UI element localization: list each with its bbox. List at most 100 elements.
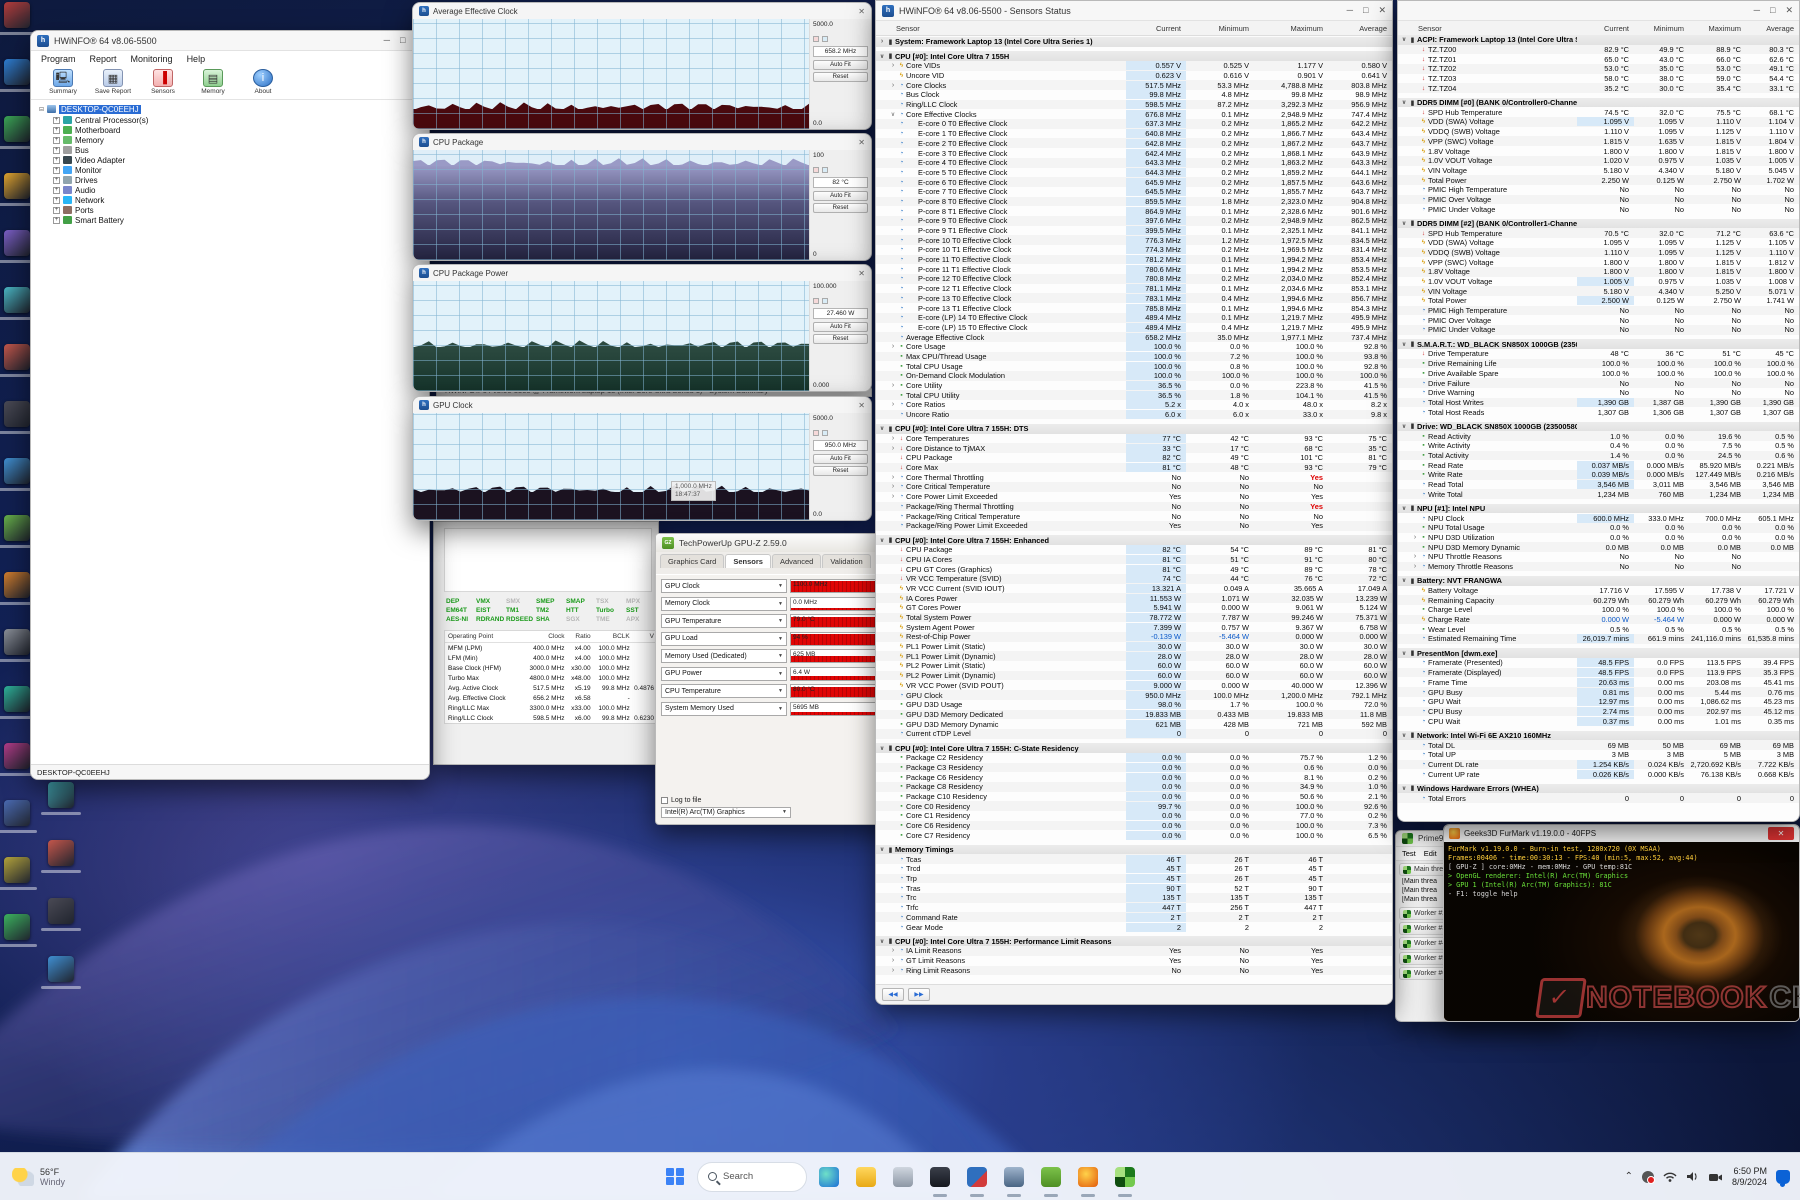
close-icon[interactable]: ✕ (858, 401, 865, 410)
sensor-row[interactable]: 1.0V VOUT Voltage 1.020 V0.975 V1.035 V1… (1398, 156, 1799, 166)
expand-chevron-icon[interactable] (889, 493, 897, 500)
memory-button[interactable]: ▤Memory (193, 69, 233, 95)
close-icon[interactable]: ✕ (1768, 827, 1794, 840)
desktop-shortcut-icon[interactable] (4, 572, 30, 598)
tree-item[interactable]: +Audio (53, 185, 429, 195)
sensor-row[interactable]: E-core 0 T0 Effective Clock 637.3 MHz0.2… (876, 119, 1392, 129)
sensor-row[interactable]: PresentMon [dwm.exe] (1398, 648, 1799, 658)
sensor-row[interactable]: Package/Ring Power Limit Exceeded YesNoY… (876, 521, 1392, 531)
tree-item[interactable]: +Ports (53, 205, 429, 215)
sensor-row[interactable]: SPD Hub Temperature 74.5 °C32.0 °C75.5 °… (1398, 107, 1799, 117)
sensor-row[interactable]: Core Critical Temperature NoNoNo (876, 482, 1392, 492)
sensor-row[interactable]: Drive Warning NoNoNoNo (1398, 388, 1799, 398)
notification-bell-icon[interactable] (1776, 1170, 1790, 1184)
desktop-shortcut-icon[interactable] (4, 173, 30, 199)
desktop-shortcut-icon[interactable] (48, 782, 74, 808)
sensor-row[interactable]: P-core 11 T0 Effective Clock 781.2 MHz0.… (876, 255, 1392, 265)
sensor-row[interactable]: DDR5 DIMM [#2] (BANK 0/Controller1-Chann… (1398, 219, 1799, 229)
sensor-row[interactable]: PMIC Under Voltage NoNoNoNo (1398, 325, 1799, 335)
sensor-row[interactable]: PMIC Over Voltage NoNoNoNo (1398, 195, 1799, 205)
expand-chevron-icon[interactable] (1400, 505, 1408, 512)
sensor-row[interactable]: Core Ratios 5.2 x4.0 x48.0 x8.2 x (876, 400, 1392, 410)
desktop-shortcut-icon[interactable] (4, 515, 30, 541)
sensor-row[interactable]: CPU Busy 2.74 ms0.00 ms202.97 ms45.12 ms (1398, 707, 1799, 717)
auto-fit-button[interactable]: Auto Fit (813, 60, 868, 70)
wifi-icon[interactable] (1663, 1171, 1677, 1182)
graph-titlebar[interactable]: hAverage Effective Clock✕ (413, 3, 871, 19)
sensor-row[interactable]: Core VIDs 0.557 V0.525 V1.177 V0.580 V (876, 61, 1392, 71)
sensor-row[interactable]: GT Cores Power 5.941 W0.000 W9.061 W5.12… (876, 603, 1392, 613)
sensor-row[interactable]: Total Activity 1.4 %0.0 %24.5 %0.6 % (1398, 451, 1799, 461)
expand-chevron-icon[interactable] (1400, 785, 1408, 792)
expand-plus-icon[interactable]: + (53, 157, 60, 164)
sensor-row[interactable]: TZ.TZ03 58.0 °C38.0 °C59.0 °C54.4 °C (1398, 74, 1799, 84)
sensor-row[interactable]: Trc 135 T135 T135 T (876, 893, 1392, 903)
sensor-row[interactable]: Core C7 Residency 0.0 %0.0 %100.0 %6.5 % (876, 830, 1392, 840)
sensor-select[interactable]: CPU Temperature▼ (661, 684, 787, 698)
expand-chevron-icon[interactable] (889, 483, 897, 490)
series-color-box[interactable] (822, 298, 828, 304)
sensor-row[interactable]: GT Limit Reasons YesNoYes (876, 956, 1392, 966)
sensor-row[interactable]: Estimated Remaining Time 26,019.7 mins66… (1398, 634, 1799, 644)
graph-titlebar[interactable]: hCPU Package Power✕ (413, 265, 871, 281)
sensor-row[interactable]: CPU [#0]: Intel Core Ultra 7 155H: C-Sta… (876, 743, 1392, 753)
sensor-row[interactable]: S.M.A.R.T.: WD_BLACK SN850X 1000GB (2350… (1398, 339, 1799, 349)
menu-item[interactable]: Program (41, 54, 76, 64)
expand-chevron-icon[interactable] (878, 537, 886, 544)
taskbar-app-settings[interactable] (888, 1162, 918, 1192)
tab-advanced[interactable]: Advanced (772, 554, 821, 568)
sensor-row[interactable]: E-core 7 T0 Effective Clock 645.5 MHz0.2… (876, 187, 1392, 197)
sensor-row[interactable]: Total Power 2.250 W0.125 W2.750 W1.702 W (1398, 175, 1799, 185)
reset-button[interactable]: Reset (813, 334, 868, 344)
summary-button[interactable]: 🖳Summary (43, 69, 83, 95)
sensor-row[interactable]: 1.0V VOUT Voltage 1.005 V0.975 V1.035 V1… (1398, 277, 1799, 287)
sensor-row[interactable]: VPP (SWC) Voltage 1.815 V1.635 V1.815 V1… (1398, 136, 1799, 146)
desktop-shortcut-icon[interactable] (4, 2, 30, 28)
sensor-row[interactable]: NPU Throttle Reasons NoNoNo (1398, 552, 1799, 562)
maximize-icon[interactable]: □ (1770, 5, 1775, 16)
expand-chevron-icon[interactable] (878, 745, 886, 752)
sensor-row[interactable]: Drive Available Spare 100.0 %100.0 %100.… (1398, 368, 1799, 378)
desktop-shortcut-icon[interactable] (4, 287, 30, 313)
sensor-row[interactable]: Total CPU Usage 100.0 %0.8 %100.0 %92.8 … (876, 361, 1392, 371)
desktop-shortcut-icon[interactable] (4, 743, 30, 769)
tree-root[interactable]: ⊟ DESKTOP-QC0EEHJ (39, 104, 429, 114)
about-button[interactable]: iAbout (243, 69, 283, 95)
sensor-row[interactable]: E-core 3 T0 Effective Clock 642.4 MHz0.2… (876, 148, 1392, 158)
sensor-row[interactable]: PL1 Power Limit (Dynamic) 28.0 W28.0 W28… (876, 651, 1392, 661)
menu-item[interactable]: Report (90, 54, 117, 64)
sensor-row[interactable]: CPU [#0]: Intel Core Ultra 7 155H: Perfo… (876, 936, 1392, 946)
sensor-row[interactable]: GPU D3D Memory Dedicated 19.833 MB0.433 … (876, 710, 1392, 720)
sensor-row[interactable]: PL1 Power Limit (Static) 30.0 W30.0 W30.… (876, 642, 1392, 652)
sensor-row[interactable]: Uncore Ratio 6.0 x6.0 x33.0 x9.8 x (876, 410, 1392, 420)
save-report-button[interactable]: ▦Save Report (93, 69, 133, 95)
sensor-row[interactable]: Core Effective Clocks 676.8 MHz0.1 MHz2,… (876, 109, 1392, 119)
sensor-row[interactable]: Wear Level 0.5 %0.5 %0.5 %0.5 % (1398, 624, 1799, 634)
tab-validation[interactable]: Validation (822, 554, 870, 568)
sensor-row[interactable]: Core C0 Residency 99.7 %0.0 %100.0 %92.6… (876, 801, 1392, 811)
desktop-shortcut-icon[interactable] (4, 458, 30, 484)
sensor-row[interactable]: 1.8V Voltage 1.800 V1.800 V1.815 V1.800 … (1398, 267, 1799, 277)
sensor-row[interactable]: Write Rate 0.039 MB/s0.000 MB/s127.449 M… (1398, 470, 1799, 480)
sensor-row[interactable]: PL2 Power Limit (Dynamic) 60.0 W60.0 W60… (876, 671, 1392, 681)
sensor-row[interactable]: VIN Voltage 5.180 V4.340 V5.250 V5.071 V (1398, 286, 1799, 296)
sensor-row[interactable]: E-core 6 T0 Effective Clock 645.9 MHz0.2… (876, 177, 1392, 187)
sensor-row[interactable]: Package/Ring Critical Temperature NoNoNo (876, 511, 1392, 521)
sensor-row[interactable]: CPU Package 82 °C54 °C89 °C81 °C (876, 545, 1392, 555)
sensor-row[interactable]: CPU IA Cores 81 °C51 °C91 °C80 °C (876, 555, 1392, 565)
sensor-row[interactable]: TZ.TZ01 65.0 °C43.0 °C66.0 °C62.6 °C (1398, 54, 1799, 64)
recording-tray-icon[interactable] (1642, 1171, 1654, 1183)
sensor-row[interactable]: P-core 8 T1 Effective Clock 864.9 MHz0.1… (876, 206, 1392, 216)
expand-chevron-icon[interactable] (889, 62, 897, 69)
sensor-row[interactable]: Write Activity 0.4 %0.0 %7.5 %0.5 % (1398, 441, 1799, 451)
expand-chevron-icon[interactable] (1400, 99, 1408, 106)
sensor-row[interactable]: GPU D3D Memory Dynamic 621 MB428 MB721 M… (876, 719, 1392, 729)
expand-chevron-icon[interactable] (1400, 36, 1408, 43)
expand-chevron-icon[interactable] (889, 401, 897, 408)
sensor-row[interactable]: Gear Mode 222 (876, 922, 1392, 932)
sensor-row[interactable]: IA Cores Power 11.553 W1.071 W32.035 W13… (876, 593, 1392, 603)
expand-chevron-icon[interactable] (1400, 220, 1408, 227)
sensor-row[interactable]: Charge Level 100.0 %100.0 %100.0 %100.0 … (1398, 605, 1799, 615)
sensor-row[interactable]: Trcd 45 T26 T45 T (876, 864, 1392, 874)
sensor-row[interactable]: VDDQ (SWB) Voltage 1.110 V1.095 V1.125 V… (1398, 127, 1799, 137)
